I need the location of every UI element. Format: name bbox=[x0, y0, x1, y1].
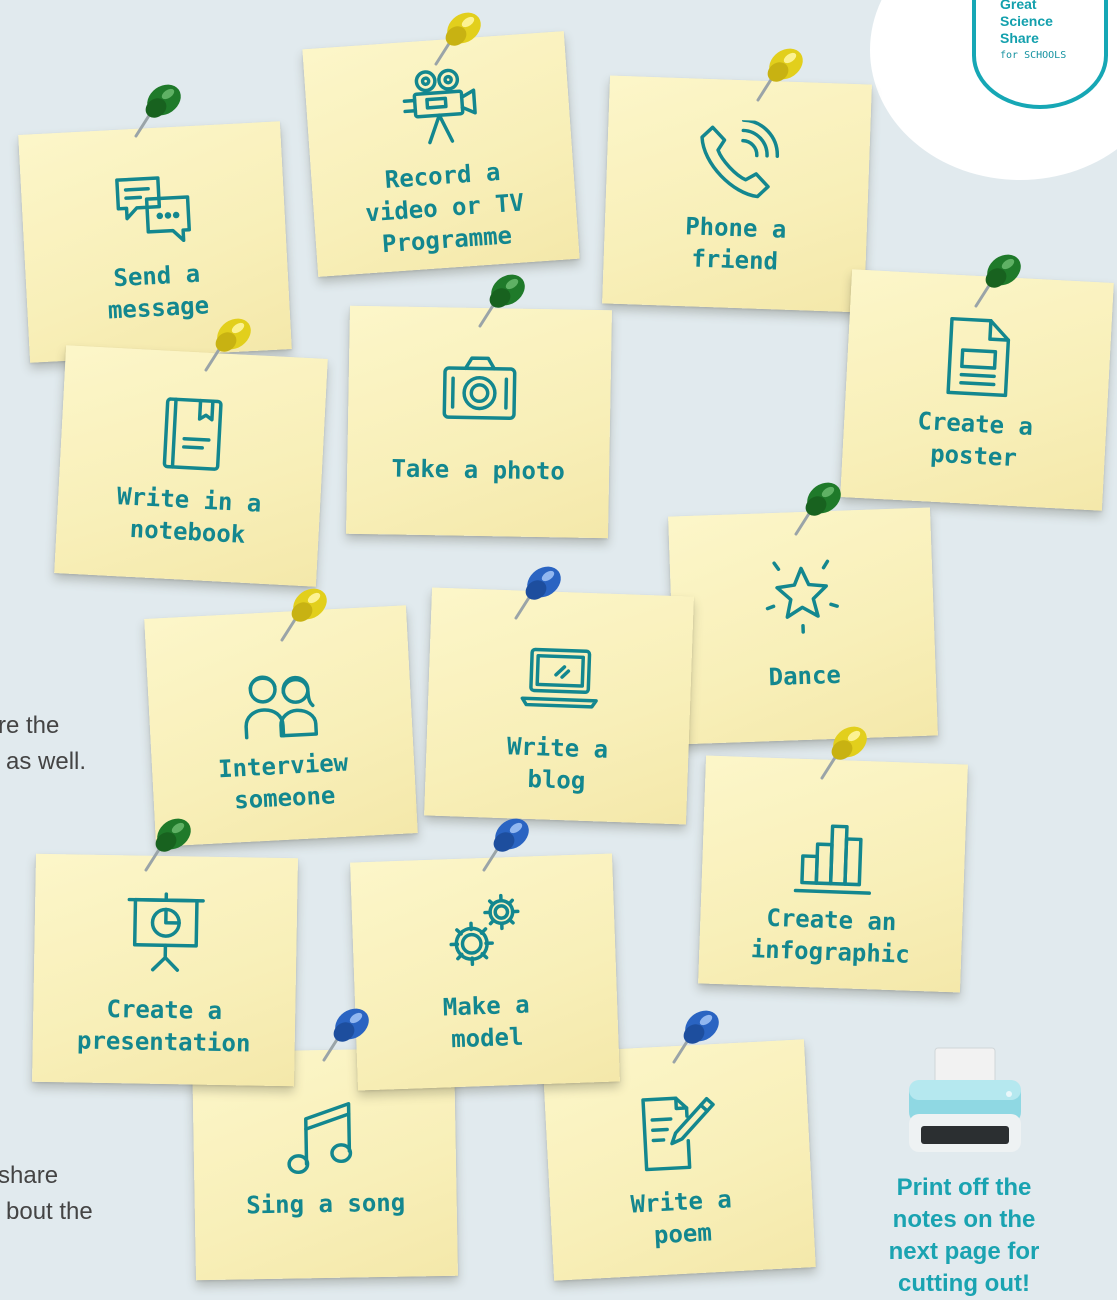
note-label: Dance bbox=[683, 656, 926, 696]
logo-line: Science bbox=[1000, 13, 1053, 29]
sticky-note-phone-friend: Phone a friend bbox=[602, 75, 872, 313]
logo-line: Share bbox=[1000, 30, 1039, 46]
push-pin-blue bbox=[314, 996, 384, 1086]
pencil-paper-icon bbox=[634, 1090, 720, 1176]
push-pin-blue bbox=[506, 554, 576, 644]
body-text-fragment: share bbox=[0, 1162, 59, 1189]
push-pin-green bbox=[966, 242, 1036, 332]
note-label: Write a poem bbox=[560, 1180, 805, 1257]
note-label-line: Take a photo bbox=[391, 454, 566, 486]
note-label: Create a presentation bbox=[42, 992, 285, 1060]
sticky-note-write-notebook: Write in a notebook bbox=[54, 345, 328, 587]
note-label: Take a photo bbox=[357, 452, 600, 488]
body-text-fragment: bout the bbox=[6, 1198, 93, 1225]
bar-chart-icon bbox=[791, 815, 876, 900]
push-pin-yellow bbox=[812, 714, 882, 804]
body-text-fragment: as well. bbox=[6, 748, 87, 775]
body-text-fragment: re the bbox=[0, 712, 60, 739]
note-label: Write in a notebook bbox=[66, 478, 311, 555]
camera-icon bbox=[438, 347, 521, 430]
music-note-icon bbox=[283, 1095, 366, 1178]
people-icon bbox=[237, 660, 323, 746]
note-label-line: Dance bbox=[768, 660, 842, 692]
logo-line: Great bbox=[1000, 0, 1037, 12]
push-pin-green bbox=[786, 470, 856, 560]
push-pin-blue bbox=[474, 806, 544, 896]
print-cta-line: cutting out! bbox=[898, 1270, 1030, 1297]
notebook-icon bbox=[150, 390, 236, 476]
push-pin-yellow bbox=[196, 306, 266, 396]
print-cta-line: notes on the bbox=[892, 1206, 1036, 1233]
note-label: Phone a friend bbox=[613, 208, 857, 280]
phone-icon bbox=[696, 118, 781, 204]
note-label-line: Create a bbox=[106, 994, 223, 1026]
printer-icon bbox=[905, 1046, 1025, 1158]
print-instructions: Print off the notes on the next page for… bbox=[860, 1172, 1068, 1300]
laptop-icon bbox=[518, 635, 603, 720]
note-label: Create an infographic bbox=[709, 900, 953, 972]
gears-icon bbox=[441, 887, 526, 972]
star-icon bbox=[759, 551, 844, 636]
push-pin-green bbox=[136, 806, 206, 896]
push-pin-green bbox=[126, 72, 196, 162]
logo: Great Science Share for SCHOOLS bbox=[1000, 0, 1066, 64]
note-label-line: Sing a song bbox=[245, 1188, 406, 1220]
push-pin-yellow bbox=[748, 36, 818, 126]
push-pin-green bbox=[470, 262, 540, 352]
logo-subtitle: for SCHOOLS bbox=[1000, 50, 1067, 61]
push-pin-yellow bbox=[426, 0, 496, 90]
note-label: Create a poster bbox=[852, 402, 1097, 479]
note-label: Sing a song bbox=[204, 1186, 447, 1222]
print-cta-line: next page for bbox=[888, 1238, 1040, 1265]
push-pin-yellow bbox=[272, 576, 342, 666]
note-label: Make a model bbox=[365, 986, 609, 1058]
push-pin-blue bbox=[664, 998, 734, 1088]
presentation-icon bbox=[124, 891, 207, 974]
note-label-line: presentation bbox=[76, 1026, 251, 1058]
chat-bubbles-icon bbox=[110, 166, 196, 252]
note-label: Record a video or TV Programme bbox=[321, 152, 569, 265]
note-label: Write a blog bbox=[435, 728, 679, 800]
print-cta-line: Print off the bbox=[896, 1174, 1032, 1201]
